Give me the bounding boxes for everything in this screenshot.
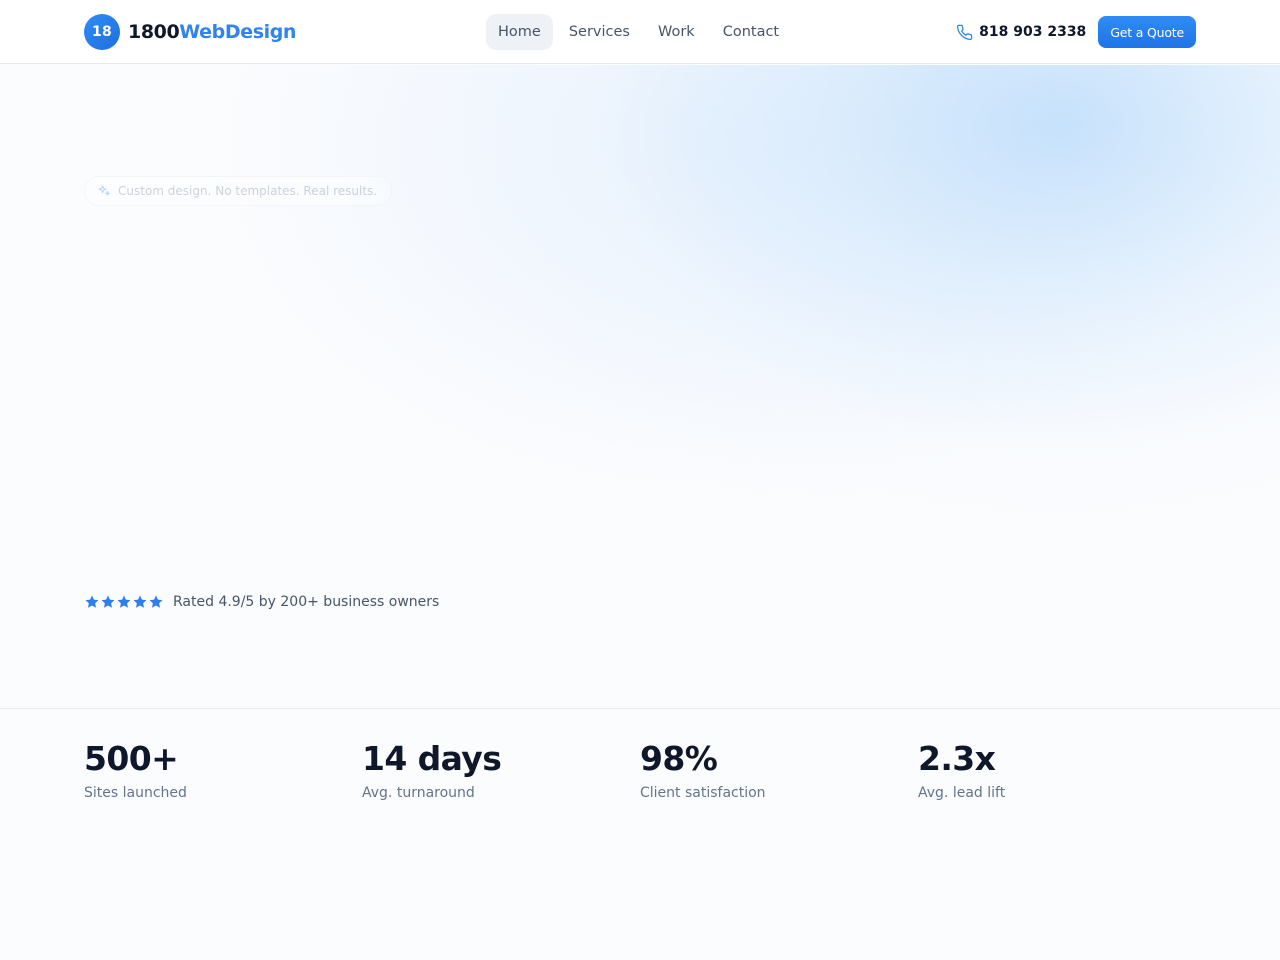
- logo-badge: 18: [84, 14, 120, 50]
- hero-tagline-pill: Custom design. No templates. Real result…: [84, 176, 393, 206]
- stat-label: Client satisfaction: [640, 785, 766, 801]
- stat-value: 500+: [84, 739, 179, 778]
- main-nav: Home Services Work Contact: [486, 14, 795, 50]
- star-icon: [132, 594, 148, 610]
- site-header: 18 1800WebDesign Home Services Work Cont…: [0, 0, 1280, 64]
- star-icon: [84, 594, 100, 610]
- stat-value: 14 days: [362, 739, 502, 778]
- nav-item-work[interactable]: Work: [646, 14, 707, 50]
- stat-turnaround: 14 days Avg. turnaround: [362, 737, 640, 801]
- header-actions: 818 903 2338 Get a Quote: [956, 16, 1196, 48]
- stats-row: 500+ Sites launched 14 days Avg. turnaro…: [84, 737, 1196, 801]
- phone-link[interactable]: 818 903 2338: [956, 24, 1086, 41]
- logo-wordmark: 1800WebDesign: [128, 21, 296, 43]
- rating-text: Rated 4.9/5 by 200+ business owners: [173, 594, 440, 610]
- stat-label: Avg. turnaround: [362, 785, 475, 801]
- stats-section: 500+ Sites launched 14 days Avg. turnaro…: [0, 708, 1280, 960]
- nav-item-contact[interactable]: Contact: [711, 14, 791, 50]
- get-quote-button[interactable]: Get a Quote: [1098, 16, 1196, 48]
- phone-icon: [956, 24, 973, 41]
- star-icon: [100, 594, 116, 610]
- stat-satisfaction: 98% Client satisfaction: [640, 737, 918, 801]
- star-icon: [116, 594, 132, 610]
- nav-item-services[interactable]: Services: [557, 14, 642, 50]
- logo-text-number: 1800: [128, 21, 180, 43]
- stat-value: 2.3x: [918, 739, 996, 778]
- nav-item-home[interactable]: Home: [486, 14, 553, 50]
- stat-sites-launched: 500+ Sites launched: [84, 737, 362, 801]
- brand-logo[interactable]: 18 1800WebDesign: [84, 14, 296, 50]
- logo-text-name: WebDesign: [179, 21, 297, 43]
- stat-value: 98%: [640, 739, 718, 778]
- rating-stars: [84, 594, 164, 610]
- phone-number: 818 903 2338: [979, 24, 1087, 40]
- rating-row: Rated 4.9/5 by 200+ business owners: [84, 591, 439, 613]
- star-icon: [148, 594, 164, 610]
- hero-section: Custom design. No templates. Real result…: [0, 65, 1280, 708]
- stat-label: Sites launched: [84, 785, 187, 801]
- sparkle-icon: [97, 184, 111, 198]
- hero-tagline-text: Custom design. No templates. Real result…: [118, 184, 378, 198]
- stat-label: Avg. lead lift: [918, 785, 1006, 801]
- stat-lead-lift: 2.3x Avg. lead lift: [918, 737, 1196, 801]
